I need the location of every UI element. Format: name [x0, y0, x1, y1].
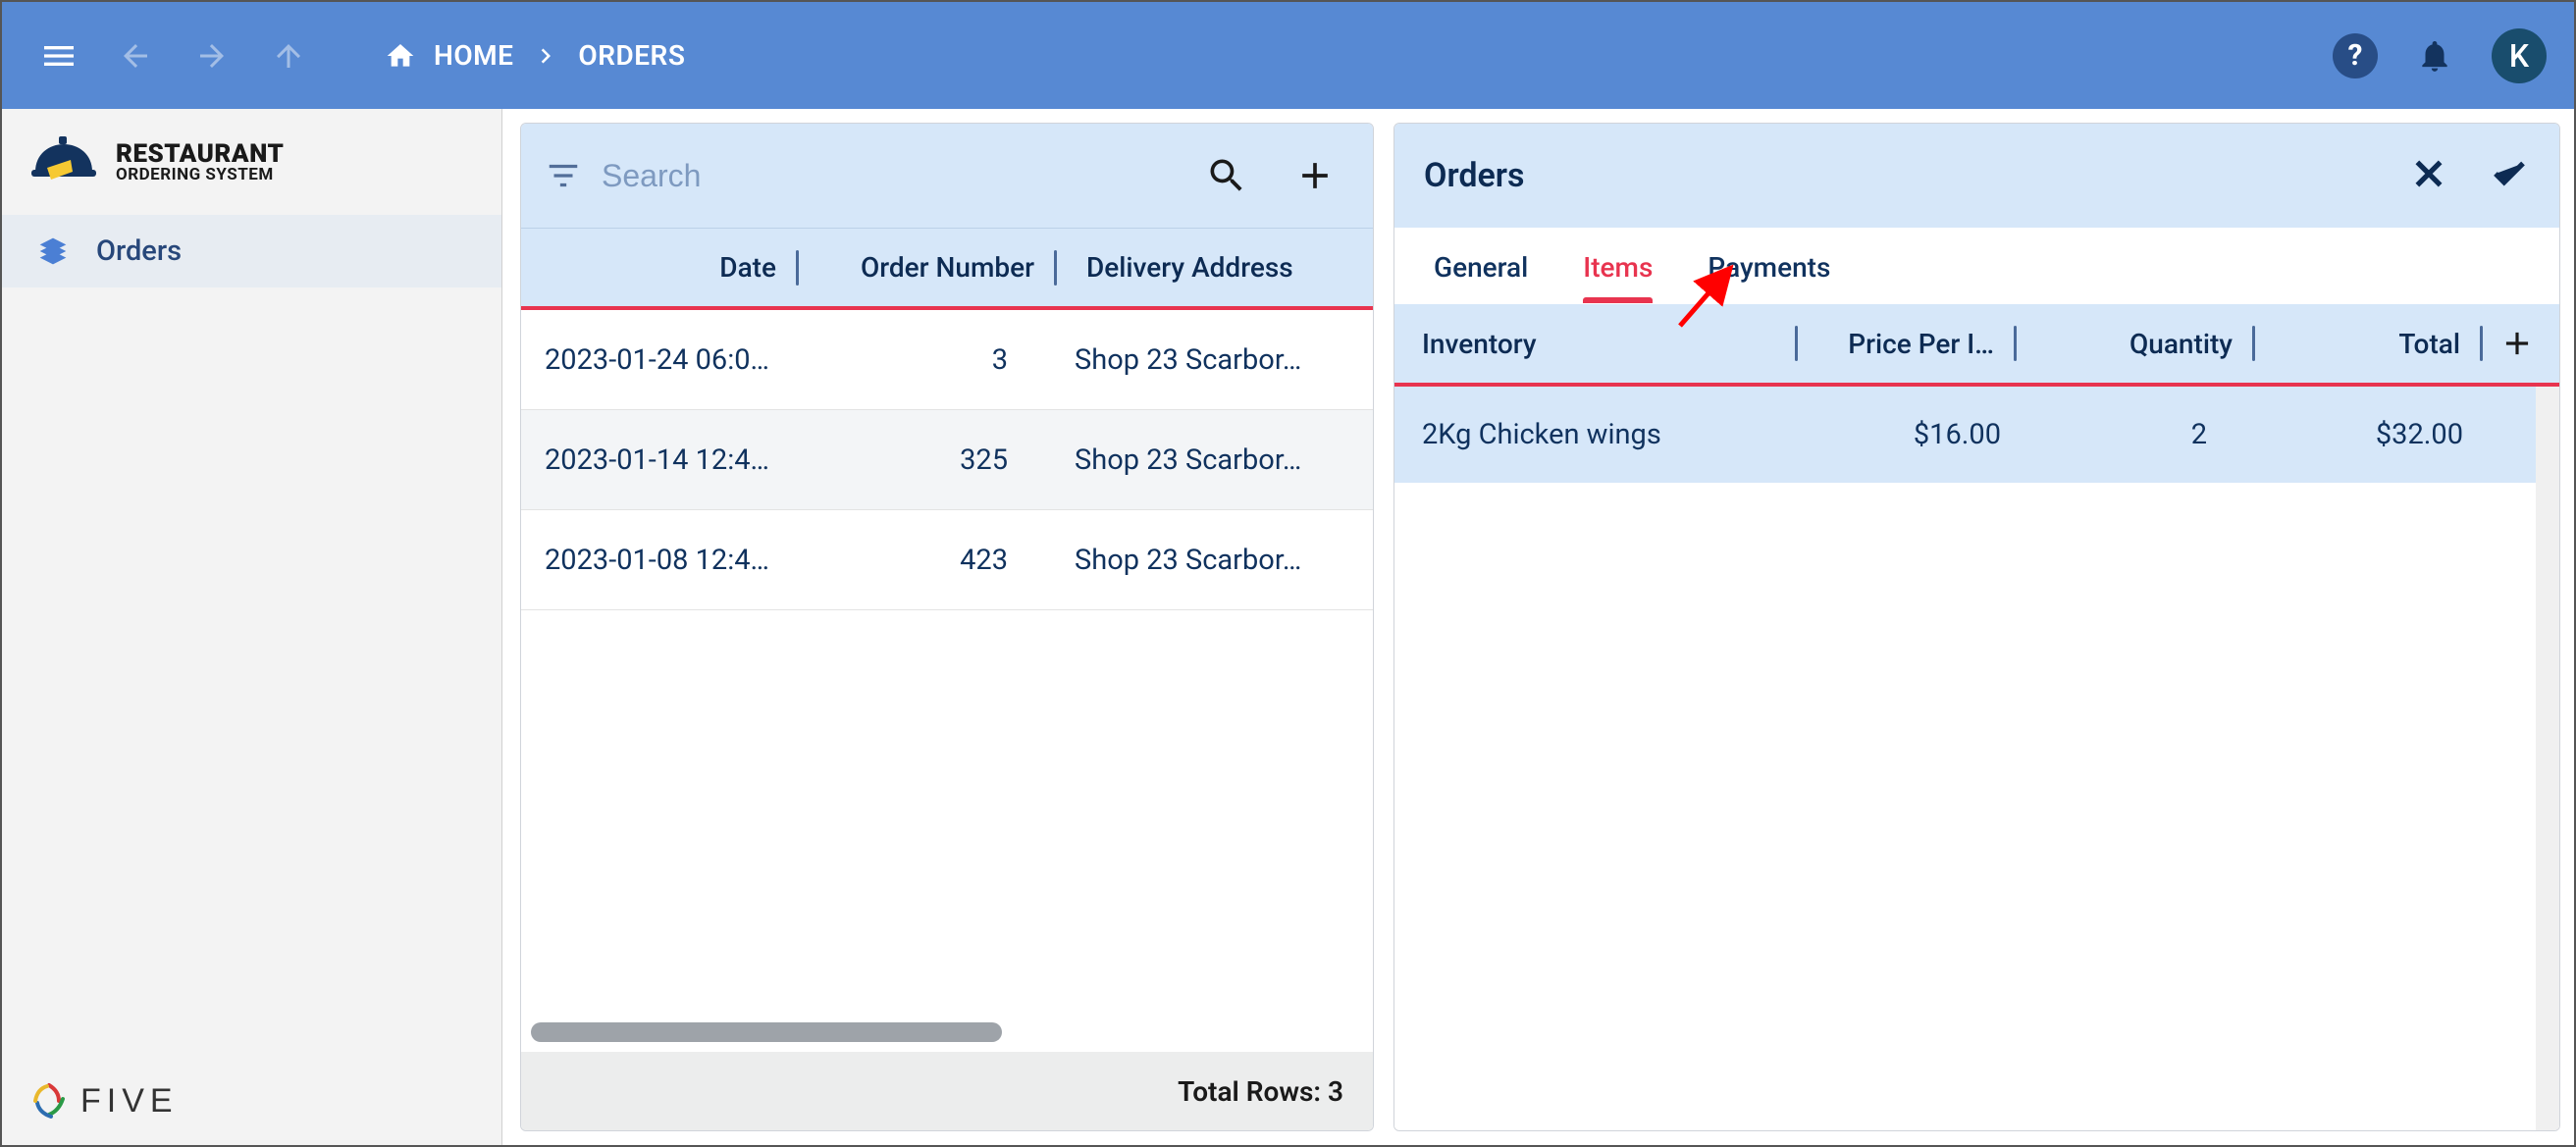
detail-header: Orders	[1394, 124, 2559, 228]
cell-order-number: 325	[796, 443, 1051, 477]
breadcrumb-home[interactable]: HOME	[434, 39, 513, 72]
arrow-right-icon	[194, 38, 230, 74]
menu-button[interactable]	[29, 26, 88, 85]
top-toolbar: HOME ORDERS ? K	[2, 2, 2574, 109]
tab-items[interactable]: Items	[1583, 251, 1653, 303]
cell-date: 2023-01-14 12:4…	[521, 443, 796, 477]
cell-address: Shop 23 Scarbor…	[1051, 544, 1373, 577]
horizontal-scrollbar[interactable]	[531, 1022, 1002, 1042]
sidebar-item-orders[interactable]: Orders	[2, 215, 501, 287]
help-button[interactable]: ?	[2333, 33, 2378, 78]
cell-order-number: 3	[796, 343, 1051, 377]
orders-list-panel: Date Order Number Delivery Address 2023-…	[520, 123, 1374, 1131]
tab-payments[interactable]: Payments	[1708, 251, 1830, 303]
plus-icon	[2498, 325, 2536, 362]
arrow-left-icon	[118, 38, 153, 74]
tab-general[interactable]: General	[1434, 251, 1528, 303]
orders-table-header: Date Order Number Delivery Address	[521, 228, 1373, 310]
search-icon	[1205, 154, 1248, 197]
breadcrumb: HOME ORDERS	[385, 39, 685, 72]
column-quantity[interactable]: Quantity	[2017, 328, 2252, 360]
search-button[interactable]	[1192, 154, 1261, 197]
orders-footer: Total Rows: 3	[521, 1052, 1373, 1130]
items-table-header: Inventory Price Per I… Quantity Total	[1394, 304, 2559, 387]
search-bar	[521, 124, 1373, 228]
breadcrumb-current[interactable]: ORDERS	[578, 39, 685, 72]
layers-icon	[37, 235, 69, 267]
avatar-initial: K	[2509, 37, 2529, 75]
check-icon	[2489, 153, 2530, 194]
add-item-button[interactable]	[2483, 325, 2551, 362]
bell-icon	[2416, 37, 2453, 75]
detail-title: Orders	[1424, 156, 1525, 195]
table-row[interactable]: 2023-01-14 12:4… 325 Shop 23 Scarbor…	[521, 410, 1373, 510]
total-rows-label: Total Rows: 3	[1178, 1075, 1343, 1108]
add-order-button[interactable]	[1281, 154, 1349, 197]
cell-order-number: 423	[796, 544, 1051, 577]
nav-up-button[interactable]	[259, 26, 318, 85]
column-order-number[interactable]: Order Number	[799, 251, 1054, 284]
nav-forward-button[interactable]	[183, 26, 241, 85]
filter-icon[interactable]	[545, 157, 582, 194]
brand-logo: RESTAURANT ORDERING SYSTEM	[2, 109, 501, 215]
column-total[interactable]: Total	[2255, 328, 2480, 360]
five-brand-logo: FIVE	[29, 1081, 179, 1121]
search-input[interactable]	[602, 158, 1173, 194]
plus-icon	[1293, 154, 1337, 197]
user-avatar[interactable]: K	[2492, 28, 2547, 83]
orders-table-body: 2023-01-24 06:0… 3 Shop 23 Scarbor… 2023…	[521, 310, 1373, 1052]
chevron-right-icon	[531, 41, 560, 71]
table-row[interactable]: 2Kg Chicken wings $16.00 2 $32.00	[1394, 387, 2559, 483]
items-table-body: 2Kg Chicken wings $16.00 2 $32.00	[1394, 387, 2559, 1130]
restaurant-cloche-icon	[29, 134, 98, 189]
cell-price: $16.00	[1795, 418, 2011, 451]
hamburger-icon	[39, 36, 79, 76]
home-icon	[385, 40, 416, 72]
close-button[interactable]	[2408, 153, 2449, 198]
cell-date: 2023-01-24 06:0…	[521, 343, 796, 377]
brand-subtitle: ORDERING SYSTEM	[116, 167, 284, 183]
brand-title: RESTAURANT	[116, 141, 284, 167]
cell-inventory: 2Kg Chicken wings	[1402, 418, 1795, 451]
cell-total: $32.00	[2246, 418, 2483, 451]
vertical-scrollbar[interactable]	[2536, 387, 2559, 1130]
arrow-up-icon	[271, 38, 306, 74]
sidebar: RESTAURANT ORDERING SYSTEM Orders FIVE	[2, 109, 502, 1145]
table-row[interactable]: 2023-01-08 12:4… 423 Shop 23 Scarbor…	[521, 510, 1373, 610]
nav-back-button[interactable]	[106, 26, 165, 85]
confirm-button[interactable]	[2489, 153, 2530, 198]
column-date[interactable]: Date	[521, 251, 796, 284]
cell-address: Shop 23 Scarbor…	[1051, 443, 1373, 477]
five-brand-text: FIVE	[80, 1082, 179, 1121]
sidebar-item-label: Orders	[96, 235, 182, 268]
column-delivery-address[interactable]: Delivery Address	[1057, 251, 1373, 284]
detail-tabs: General Items Payments	[1394, 228, 2559, 304]
five-spinner-icon	[29, 1081, 69, 1121]
cell-address: Shop 23 Scarbor…	[1051, 343, 1373, 377]
cell-quantity: 2	[2011, 418, 2246, 451]
order-detail-panel: Orders General Items Payments	[1393, 123, 2560, 1131]
table-row[interactable]: 2023-01-24 06:0… 3 Shop 23 Scarbor…	[521, 310, 1373, 410]
notifications-button[interactable]	[2405, 26, 2464, 85]
cell-date: 2023-01-08 12:4…	[521, 544, 796, 577]
help-icon: ?	[2348, 38, 2363, 73]
column-inventory[interactable]: Inventory	[1402, 328, 1795, 360]
close-icon	[2408, 153, 2449, 194]
column-price-per-item[interactable]: Price Per I…	[1798, 328, 2014, 360]
